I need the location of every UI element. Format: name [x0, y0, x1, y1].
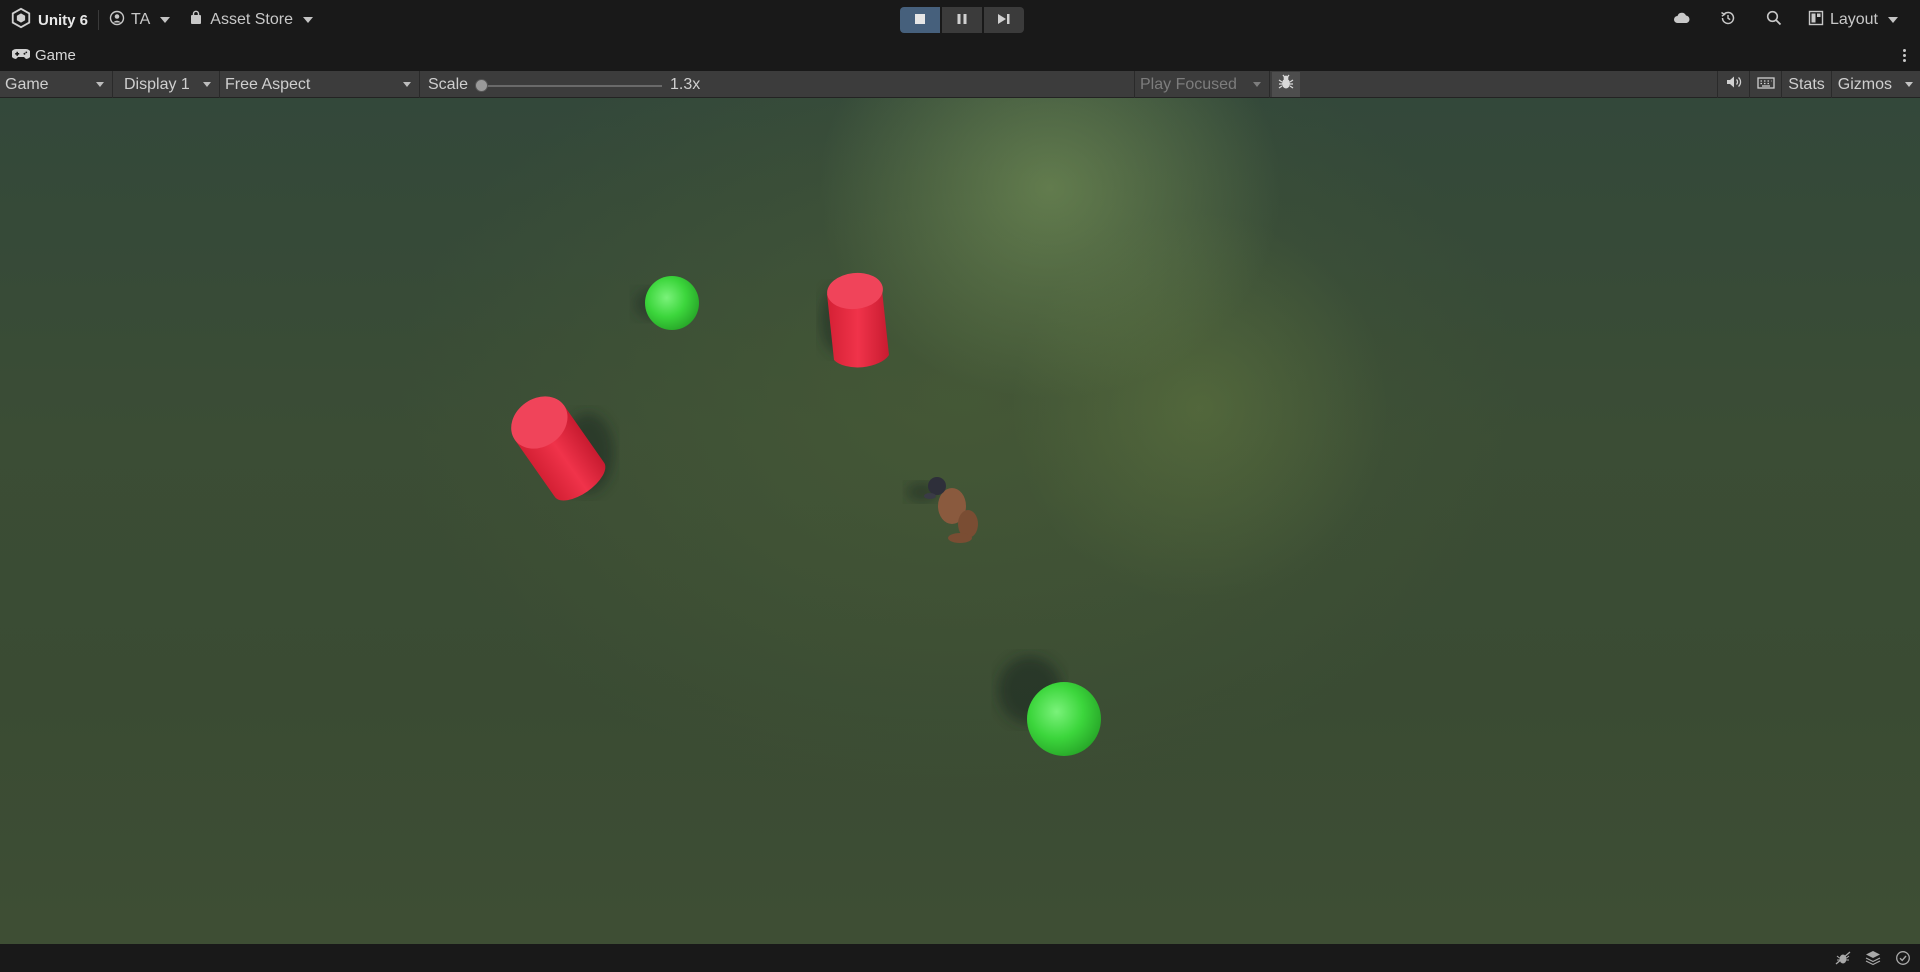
chevron-down-icon	[160, 17, 171, 23]
bug-icon	[1277, 73, 1295, 96]
play-controls	[900, 7, 1024, 33]
history-button[interactable]	[1716, 8, 1740, 32]
chevron-down-icon	[1888, 17, 1898, 23]
debug-status-icon[interactable]	[1834, 949, 1852, 967]
player-character	[924, 477, 978, 543]
chevron-down-icon	[1253, 82, 1261, 87]
mute-audio-button[interactable]	[1717, 71, 1749, 98]
debug-toggle-button[interactable]	[1272, 72, 1300, 97]
game-view-toolbar: Game Display 1 Free Aspect Scale 1.3x Pl…	[0, 71, 1920, 98]
chevron-down-icon	[403, 82, 411, 87]
account-dropdown[interactable]: TA	[109, 10, 171, 31]
unity-logo-icon	[10, 7, 32, 33]
scale-label: Scale	[428, 76, 469, 93]
aspect-dropdown[interactable]: Free Aspect	[220, 71, 420, 98]
cloud-button[interactable]	[1670, 8, 1694, 32]
aspect-label: Free Aspect	[225, 75, 311, 93]
layout-icon	[1808, 10, 1824, 31]
toolbar-divider	[98, 10, 100, 30]
game-scene	[511, 272, 1101, 756]
chevron-down-icon	[203, 82, 211, 87]
more-options-icon[interactable]	[1903, 49, 1906, 62]
display-label: Display 1	[124, 75, 190, 93]
cloud-icon	[1673, 9, 1691, 31]
asset-store-dropdown[interactable]: Asset Store	[188, 10, 313, 31]
history-icon	[1719, 9, 1737, 31]
step-icon	[997, 12, 1011, 29]
display-dropdown[interactable]: Display 1	[113, 71, 220, 98]
app-title: Unity 6	[38, 11, 89, 29]
tab-game-label: Game	[35, 47, 76, 64]
shopping-bag-icon	[188, 10, 204, 31]
view-mode-label: Game	[5, 75, 49, 93]
stats-label: Stats	[1788, 75, 1825, 93]
pause-icon	[956, 12, 968, 29]
obstacle-cylinder	[827, 272, 889, 368]
check-circle-icon[interactable]	[1894, 949, 1912, 967]
account-icon	[109, 10, 125, 31]
main-toolbar: Unity 6 TA Asset Store Layout	[0, 0, 1920, 40]
asset-store-label: Asset Store	[210, 11, 293, 28]
pause-button[interactable]	[942, 7, 982, 33]
layout-dropdown[interactable]: Layout	[1808, 10, 1898, 31]
play-mode-label: Play Focused	[1140, 75, 1237, 93]
stop-button[interactable]	[900, 7, 940, 33]
shortcuts-button[interactable]	[1749, 71, 1781, 98]
view-mode-dropdown[interactable]: Game	[0, 71, 113, 98]
tab-game[interactable]: Game	[11, 47, 76, 64]
stats-button[interactable]: Stats	[1781, 71, 1830, 98]
scale-slider-track[interactable]	[478, 85, 662, 87]
gamepad-icon	[11, 47, 31, 64]
status-bar	[0, 944, 1920, 972]
layers-icon[interactable]	[1864, 949, 1882, 967]
stop-icon	[914, 12, 926, 29]
account-label: TA	[131, 11, 151, 28]
keyboard-icon	[1757, 76, 1775, 94]
layout-label: Layout	[1829, 11, 1878, 28]
play-mode-dropdown[interactable]: Play Focused	[1134, 71, 1270, 98]
step-button[interactable]	[984, 7, 1024, 33]
scale-slider-thumb[interactable]	[475, 79, 488, 92]
speaker-icon	[1726, 75, 1742, 94]
search-button[interactable]	[1762, 8, 1786, 32]
gizmos-button[interactable]: Gizmos	[1830, 71, 1898, 98]
gizmos-label: Gizmos	[1837, 75, 1892, 93]
chevron-down-icon	[302, 17, 313, 23]
gizmos-dropdown[interactable]	[1898, 71, 1920, 98]
unity-brand[interactable]: Unity 6	[10, 7, 88, 33]
chevron-down-icon	[1905, 82, 1913, 87]
game-viewport[interactable]	[0, 98, 1920, 944]
chevron-down-icon	[96, 82, 104, 87]
window-tab-bar: Game	[0, 40, 1920, 71]
scale-value: 1.3x	[670, 76, 701, 93]
pickup-sphere	[1027, 682, 1101, 756]
search-icon	[1765, 9, 1783, 31]
pickup-sphere	[645, 276, 699, 330]
